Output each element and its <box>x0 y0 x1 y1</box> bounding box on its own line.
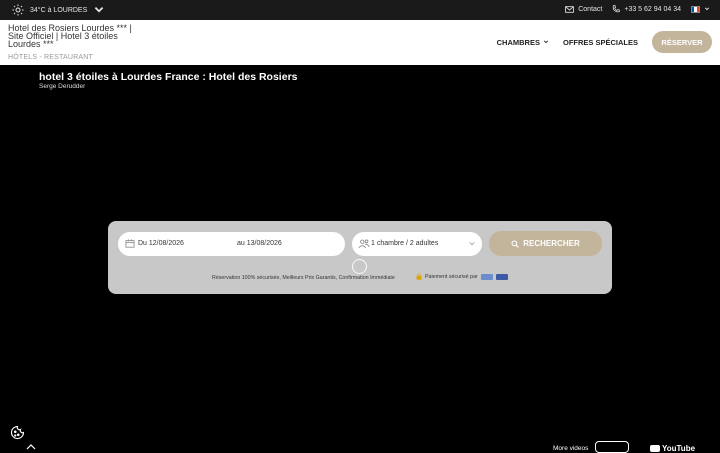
chevron-down-icon <box>704 7 710 11</box>
guests-value: 1 chambre / 2 adultes <box>371 240 439 247</box>
date-picker[interactable]: Du 12/08/2026 au 13/08/2026 <box>118 232 345 256</box>
loading-spinner <box>352 259 367 274</box>
phone-link[interactable]: +33 5 62 94 04 34 <box>612 5 681 13</box>
video-title[interactable]: hotel 3 étoiles à Lourdes France : Hotel… <box>39 71 298 83</box>
weather-widget[interactable]: 34°C à LOURDES <box>12 4 105 16</box>
nav-special-offers[interactable]: OFFRES SPÉCIALES <box>563 38 638 47</box>
calendar-icon <box>125 239 135 248</box>
language-selector[interactable] <box>691 5 710 13</box>
youtube-link[interactable]: YouTube <box>650 444 695 453</box>
phone-number: +33 5 62 94 04 34 <box>624 5 681 13</box>
secure-payment-label: Paiement sécurisé par <box>425 273 478 280</box>
paypal-card-icon <box>495 273 508 280</box>
more-videos-button[interactable] <box>595 441 629 453</box>
amex-card-icon <box>480 273 493 280</box>
nav-rooms[interactable]: CHAMBRES <box>497 38 549 47</box>
breadcrumb: HÔTELS - RESTAURANT <box>8 54 93 61</box>
guests-icon <box>358 239 370 249</box>
booking-widget: Du 12/08/2026 au 13/08/2026 1 chambre / … <box>108 221 612 294</box>
youtube-label: YouTube <box>662 444 696 453</box>
search-button[interactable]: RECHERCHER <box>489 231 602 256</box>
site-brand[interactable]: Hotel des Rosiers Lourdes *** | Site Off… <box>8 24 136 49</box>
reserve-button[interactable]: RÉSERVER <box>652 31 712 53</box>
youtube-icon <box>650 445 660 452</box>
cookie-settings-icon[interactable] <box>10 425 25 440</box>
arrival-date: Du 12/08/2026 <box>138 240 184 247</box>
mail-icon <box>565 5 575 13</box>
contact-link[interactable]: Contact <box>565 6 602 13</box>
search-icon <box>511 239 519 248</box>
phone-icon <box>613 5 621 13</box>
nav-rooms-label: CHAMBRES <box>496 37 540 47</box>
contact-label: Contact <box>578 5 603 13</box>
departure-date: au 13/08/2026 <box>237 240 282 247</box>
secure-payment: Paiement sécurisé par <box>416 273 508 280</box>
lock-icon <box>416 273 422 280</box>
top-bar: 34°C à LOURDES Contact +33 5 62 94 04 34 <box>0 0 720 20</box>
video-author[interactable]: Serge Derudder <box>39 83 85 90</box>
search-label: RECHERCHER <box>523 239 580 248</box>
weather-text: 34°C à LOURDES <box>30 6 88 14</box>
site-header: Hotel des Rosiers Lourdes *** | Site Off… <box>0 20 720 65</box>
flag-fr-icon <box>691 5 700 13</box>
chevron-down-icon <box>469 242 475 246</box>
chevron-down-icon <box>543 40 549 44</box>
reassurance-text: Réservation 100% sécurisée, Meilleurs Pr… <box>212 275 395 281</box>
main-nav: CHAMBRES OFFRES SPÉCIALES RÉSERVER <box>497 31 712 53</box>
sun-icon <box>12 4 24 16</box>
chevron-up-icon[interactable] <box>26 444 36 450</box>
chevron-down-icon <box>95 6 104 13</box>
more-videos-label[interactable]: More videos <box>553 445 588 452</box>
guests-selector[interactable]: 1 chambre / 2 adultes <box>352 232 482 256</box>
